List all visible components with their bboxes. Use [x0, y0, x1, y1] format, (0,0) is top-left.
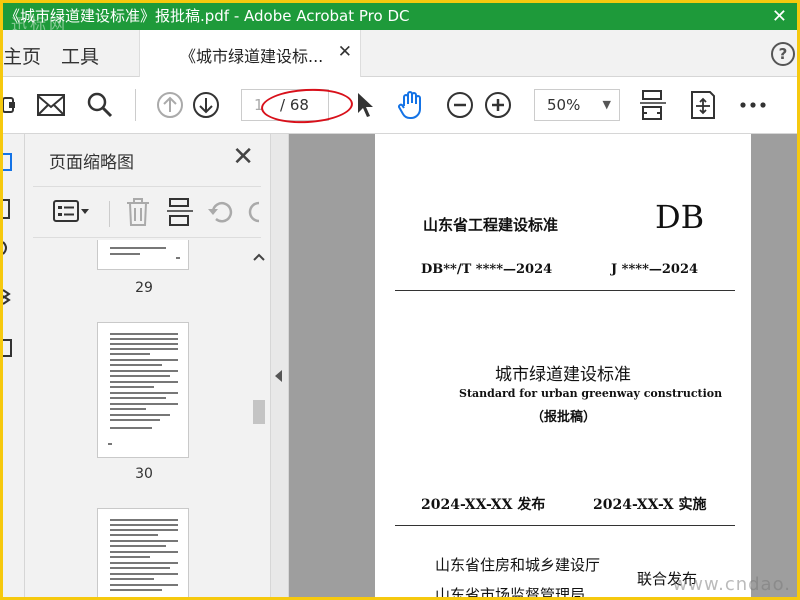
main-toolbar: 1 / 68 50% ▼ [3, 77, 797, 134]
layers-nav-icon [3, 289, 11, 305]
doc-title-en: Standard for urban greenway construction [459, 387, 723, 400]
doc-org-header: 山东省工程建设标准 [423, 216, 559, 234]
panel-collapse-handle[interactable] [271, 134, 289, 597]
doc-issuer-1: 山东省住房和城乡建设厅 [435, 556, 601, 574]
app-window: 《城市绿道建设标准》报批稿.pdf - Adobe Acrobat Pro DC… [3, 3, 797, 597]
extract-pages-icon[interactable] [167, 197, 193, 227]
doc-j-number: J ****—2024 [611, 262, 699, 277]
attachment-nav-icon [3, 241, 7, 255]
panel-divider [109, 201, 110, 227]
page-up-icon[interactable] [155, 90, 185, 120]
toolbar-divider [135, 89, 136, 121]
signatures-nav-icon [3, 339, 12, 357]
tab-tools[interactable]: 工具 [61, 42, 99, 69]
thumbnail-page-number: 30 [135, 466, 153, 482]
more-icon[interactable] [739, 90, 767, 120]
fit-page-icon[interactable] [639, 90, 667, 120]
bookmarks-nav-icon [3, 199, 10, 219]
rotate-icon[interactable] [207, 199, 237, 225]
doc-divider [395, 525, 735, 526]
chevron-down-icon: ▼ [602, 98, 611, 111]
zoom-in-icon[interactable] [483, 90, 513, 120]
thumbnail-list: 29 30 [25, 240, 271, 597]
left-nav-strip [3, 134, 25, 597]
attach-icon[interactable] [3, 90, 17, 120]
document-view[interactable]: 山东省工程建设标准 DB DB**/T ****—2024 J ****—202… [289, 134, 797, 597]
doc-title-cn: 城市绿道建设标准 [495, 365, 631, 385]
tab-document-label: 《城市绿道建设标... [180, 47, 324, 66]
help-icon[interactable]: ? [771, 42, 795, 66]
thumbnail-page[interactable] [97, 322, 189, 458]
zoom-out-icon[interactable] [445, 90, 475, 120]
options-menu-icon[interactable] [53, 199, 93, 225]
doc-publish-date: 2024-XX-XX 发布 [421, 497, 546, 513]
rotate-right-icon[interactable] [247, 199, 261, 225]
panel-close-button[interactable]: ✕ [232, 142, 254, 172]
doc-subtitle: （报批稿） [531, 410, 597, 425]
thumbnail-page[interactable] [97, 508, 189, 597]
hand-tool-icon[interactable] [395, 90, 427, 120]
tab-document[interactable]: 《城市绿道建设标... ✕ [139, 30, 361, 77]
window-close-button[interactable]: ✕ [772, 3, 787, 30]
collapse-arrow-icon [275, 370, 282, 382]
doc-divider [395, 290, 735, 291]
doc-std-number: DB**/T ****—2024 [421, 262, 553, 277]
tab-bar: 主页 工具 《城市绿道建设标... ✕ ? [3, 30, 797, 77]
page-down-icon[interactable] [191, 90, 221, 120]
select-cursor-icon[interactable] [353, 90, 377, 120]
delete-icon[interactable] [125, 197, 151, 227]
pdf-page: 山东省工程建设标准 DB DB**/T ****—2024 J ****—202… [375, 134, 751, 597]
thumbnails-panel: 页面缩略图 ✕ 29 30 [25, 134, 271, 597]
zoom-select[interactable]: 50% ▼ [534, 89, 620, 121]
doc-implement-date: 2024-XX-X 实施 [593, 497, 707, 513]
panel-title: 页面缩略图 [49, 153, 134, 173]
thumbnail-page[interactable] [97, 240, 189, 270]
thumbnail-scrollbar[interactable] [249, 240, 269, 597]
panel-toolbar [33, 186, 261, 238]
doc-db-mark: DB [655, 198, 705, 236]
watermark-bottom: www.cndao. [672, 574, 791, 595]
fullscreen-icon[interactable] [689, 90, 717, 120]
scroll-up-icon [253, 253, 265, 261]
thumbnail-page-number: 29 [135, 280, 153, 296]
doc-issuer-2: 山东省市场监督管理局 [435, 586, 586, 597]
zoom-value: 50% [547, 96, 581, 114]
thumbnails-nav-icon [3, 153, 12, 171]
scrollbar-thumb[interactable] [253, 400, 265, 424]
mail-icon[interactable] [35, 90, 67, 120]
title-bar: 《城市绿道建设标准》报批稿.pdf - Adobe Acrobat Pro DC… [3, 3, 797, 30]
search-icon[interactable] [85, 90, 115, 120]
tab-home[interactable]: 主页 [3, 42, 41, 69]
tab-close-button[interactable]: ✕ [338, 42, 352, 62]
